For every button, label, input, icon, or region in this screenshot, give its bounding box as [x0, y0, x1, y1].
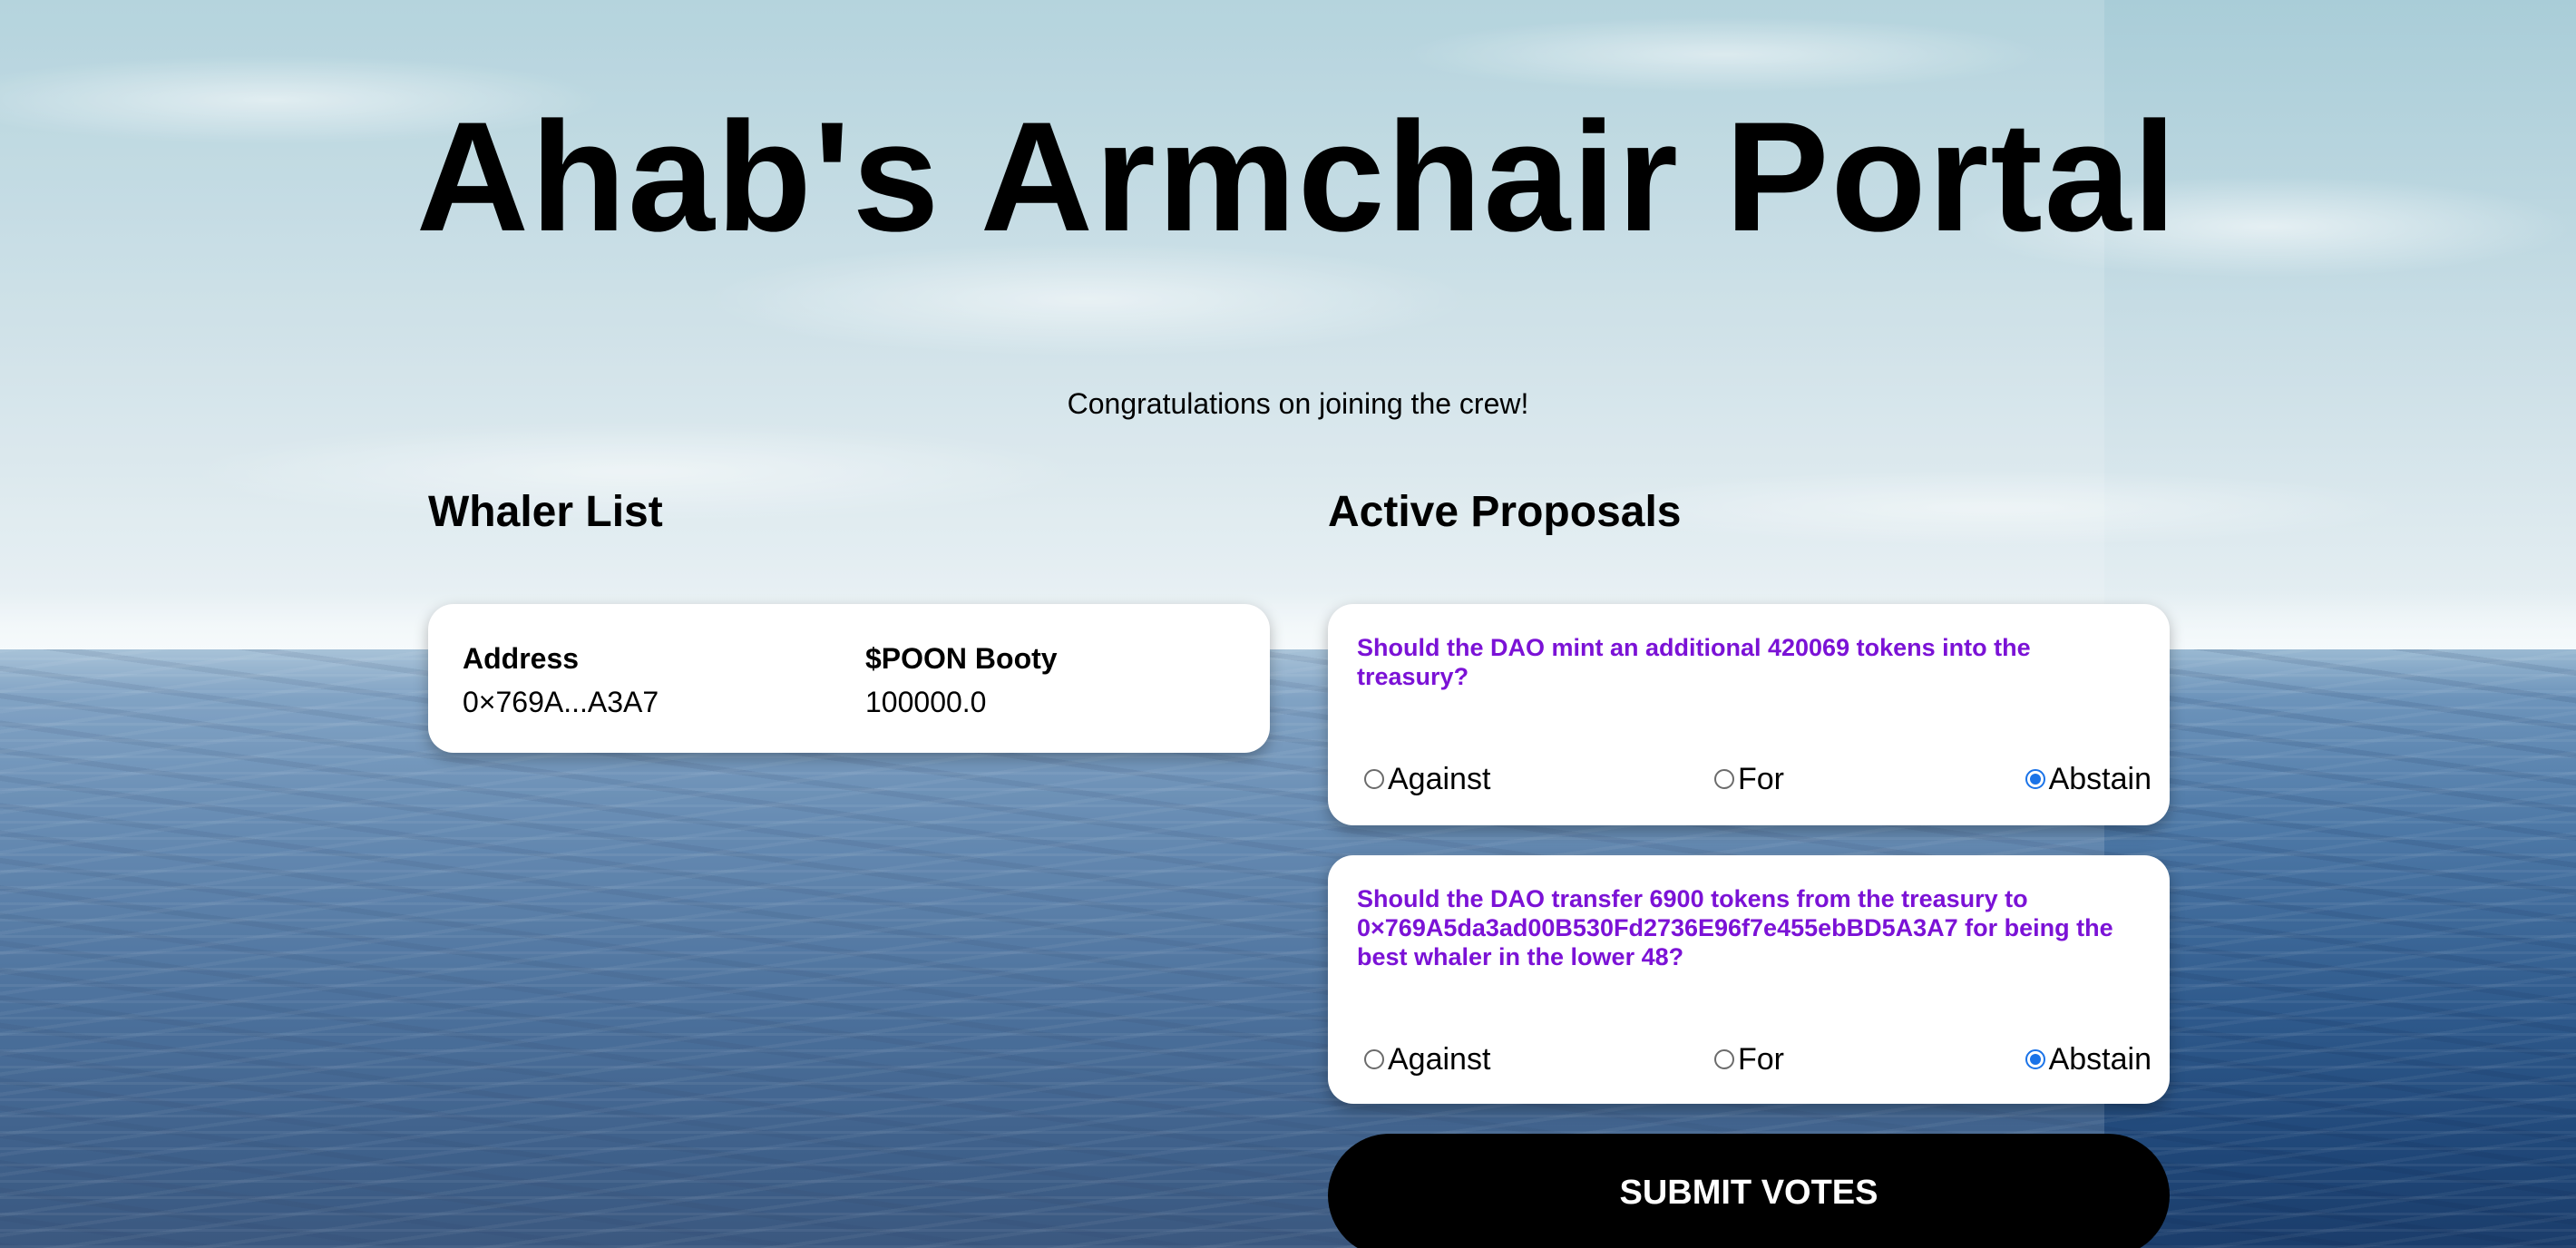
vote-option-label: Abstain: [2048, 1042, 2152, 1077]
whaler-address: 0×769A...A3A7: [463, 686, 659, 718]
proposal-question: Should the DAO mint an additional 420069…: [1357, 634, 2031, 690]
radio-button-selected[interactable]: [2025, 769, 2045, 789]
radio-button-selected[interactable]: [2025, 1049, 2045, 1069]
vote-for-option[interactable]: For: [1714, 756, 1784, 802]
submit-votes-label: SUBMIT VOTES: [1619, 1174, 1878, 1212]
vote-option-label: For: [1738, 762, 1784, 796]
vote-options: Against For Abstain: [1364, 756, 2152, 802]
vote-abstain-option[interactable]: Abstain: [2025, 756, 2152, 802]
booty-column-header: $POON Booty: [865, 642, 1058, 675]
vote-abstain-option[interactable]: Abstain: [2025, 1037, 2152, 1082]
radio-button[interactable]: [1714, 769, 1734, 789]
vote-option-label: Abstain: [2048, 762, 2152, 796]
proposal-card: Should the DAO transfer 6900 tokens from…: [1328, 855, 2170, 1104]
whaler-list-heading: Whaler List: [428, 488, 663, 536]
vote-option-label: For: [1738, 1042, 1784, 1077]
welcome-message: Congratulations on joining the crew!: [1067, 387, 1529, 420]
radio-button[interactable]: [1714, 1049, 1734, 1069]
vote-against-option[interactable]: Against: [1364, 756, 1490, 802]
booty-column: $POON Booty 100000.0: [865, 637, 1058, 724]
vote-options: Against For Abstain: [1364, 1037, 2152, 1082]
proposal-question: Should the DAO transfer 6900 tokens from…: [1357, 885, 2113, 970]
address-column: Address 0×769A...A3A7: [463, 637, 659, 724]
vote-for-option[interactable]: For: [1714, 1037, 1784, 1082]
page-title: Ahab's Armchair Portal: [415, 90, 2179, 264]
radio-button[interactable]: [1364, 1049, 1384, 1069]
address-column-header: Address: [463, 642, 580, 675]
active-proposals-heading: Active Proposals: [1328, 488, 1682, 536]
vote-against-option[interactable]: Against: [1364, 1037, 1490, 1082]
whaler-list-table: Address 0×769A...A3A7 $POON Booty 100000…: [428, 604, 1270, 753]
vote-option-label: Against: [1388, 762, 1491, 796]
vote-option-label: Against: [1388, 1042, 1491, 1077]
submit-votes-button[interactable]: SUBMIT VOTES: [1328, 1134, 2170, 1248]
proposal-card: Should the DAO mint an additional 420069…: [1328, 604, 2170, 825]
whaler-booty-amount: 100000.0: [865, 686, 987, 718]
radio-button[interactable]: [1364, 769, 1384, 789]
